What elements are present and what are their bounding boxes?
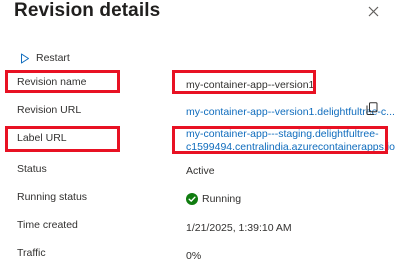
restart-label: Restart	[36, 52, 70, 64]
traffic-label: Traffic	[17, 247, 46, 259]
check-circle-icon	[186, 193, 198, 205]
status-value: Active	[186, 165, 215, 177]
traffic-value: 0%	[186, 250, 202, 262]
close-icon	[368, 6, 378, 16]
copy-icon[interactable]	[366, 102, 378, 115]
running-status-label: Running status	[17, 191, 88, 203]
revision-url-label: Revision URL	[17, 104, 82, 116]
revision-url-link[interactable]: my-container-app--version1.delightfultre…	[186, 106, 395, 118]
close-button[interactable]	[366, 4, 380, 18]
play-outline-icon	[21, 53, 29, 63]
restart-button[interactable]: Restart	[20, 50, 70, 66]
revision-name-label: Revision name	[17, 76, 87, 88]
status-label: Status	[17, 163, 47, 175]
time-created-value: 1/21/2025, 1:39:10 AM	[186, 222, 292, 234]
label-url-link-line2[interactable]: c1599494.centralindia.azurecontainerapps…	[186, 141, 395, 153]
revision-name-value: my-container-app--version1	[186, 79, 315, 91]
label-url-link-line1[interactable]: my-container-app---staging.delightfultre…	[186, 128, 379, 140]
panel-title: Revision details	[14, 0, 161, 21]
time-created-label: Time created	[17, 219, 78, 231]
label-url-label: Label URL	[17, 132, 67, 144]
running-status-value: Running	[202, 193, 242, 205]
